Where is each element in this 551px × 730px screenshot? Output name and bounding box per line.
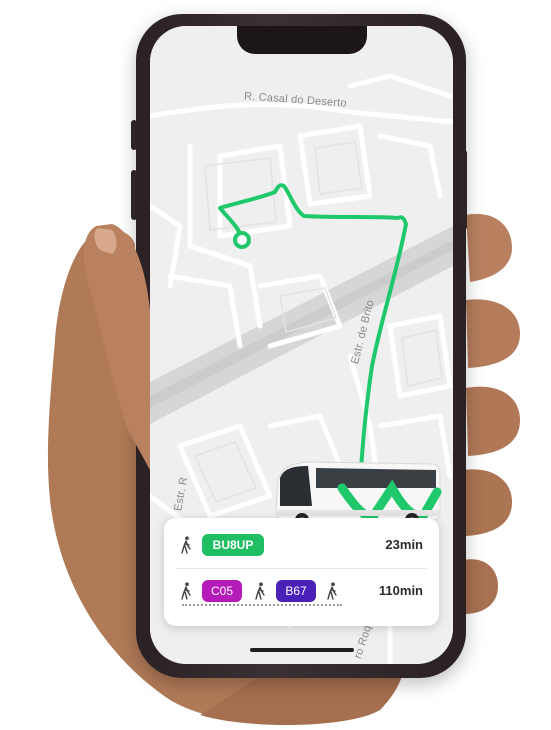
phone-volume-button [131,120,137,150]
phone-notch [237,26,367,54]
route-badge-c05: C05 [202,580,242,602]
route-badge-bu8up: BU8UP [202,534,264,556]
phone-volume-button [131,170,137,220]
walk-icon [181,582,191,600]
trip-duration: 110min [378,583,423,598]
trip-options-card: BU8UP 23min C05 B67 110min [164,518,439,626]
divider [176,568,427,569]
walk-dotted-line [182,604,342,608]
home-indicator[interactable] [250,648,354,652]
trip-option[interactable]: C05 B67 110min [164,570,439,614]
trip-option[interactable]: BU8UP 23min [164,524,439,568]
trip-duration: 23min [385,537,423,552]
walk-icon [181,536,191,554]
phone-screen: R. Casal do Deserto Estr. de Brito Estr.… [150,26,453,664]
walk-icon [327,582,337,600]
walk-icon [255,582,265,600]
route-badge-b67: B67 [276,580,316,602]
phone-side-button [461,150,467,230]
